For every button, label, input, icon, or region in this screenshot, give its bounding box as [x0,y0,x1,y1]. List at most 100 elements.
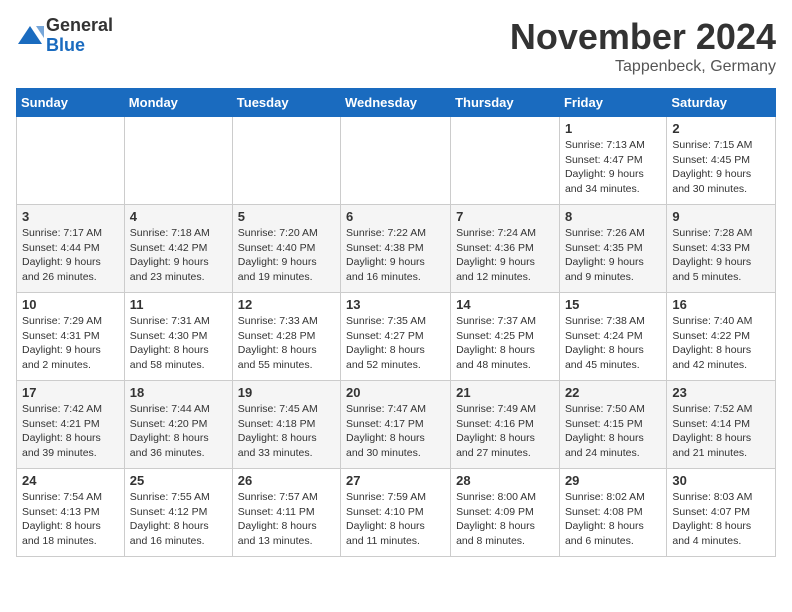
day-cell-3-3: 20 Sunrise: 7:47 AMSunset: 4:17 PMDayligh… [341,381,451,469]
week-row-5: 24 Sunrise: 7:54 AMSunset: 4:13 PMDayligh… [17,469,776,557]
month-title: November 2024 [510,16,776,58]
day-info: Sunrise: 7:44 AMSunset: 4:20 PMDaylight:… [130,402,227,461]
day-cell-1-3: 6 Sunrise: 7:22 AMSunset: 4:38 PMDaylight… [341,205,451,293]
weekday-saturday: Saturday [667,89,776,117]
day-cell-3-5: 22 Sunrise: 7:50 AMSunset: 4:15 PMDayligh… [559,381,666,469]
day-number: 23 [672,385,770,400]
day-info: Sunrise: 7:52 AMSunset: 4:14 PMDaylight:… [672,402,770,461]
day-info: Sunrise: 7:13 AMSunset: 4:47 PMDaylight:… [565,138,661,197]
day-info: Sunrise: 7:24 AMSunset: 4:36 PMDaylight:… [456,226,554,285]
logo: General Blue [16,16,113,56]
weekday-wednesday: Wednesday [341,89,451,117]
day-cell-3-6: 23 Sunrise: 7:52 AMSunset: 4:14 PMDayligh… [667,381,776,469]
day-number: 20 [346,385,445,400]
day-cell-4-4: 28Sunrise: 8:00 AMSunset: 4:09 PMDayligh… [451,469,560,557]
logo-general-text: General [46,16,113,36]
day-info: Sunrise: 8:02 AMSunset: 4:08 PMDaylight:… [565,490,661,549]
day-cell-4-2: 26 Sunrise: 7:57 AMSunset: 4:11 PMDayligh… [232,469,340,557]
day-number: 6 [346,209,445,224]
day-info: Sunrise: 7:42 AMSunset: 4:21 PMDaylight:… [22,402,119,461]
day-info: Sunrise: 7:38 AMSunset: 4:24 PMDaylight:… [565,314,661,373]
weekday-sunday: Sunday [17,89,125,117]
day-cell-1-5: 8 Sunrise: 7:26 AMSunset: 4:35 PMDaylight… [559,205,666,293]
week-row-3: 10Sunrise: 7:29 AMSunset: 4:31 PMDayligh… [17,293,776,381]
day-number: 1 [565,121,661,136]
day-cell-2-0: 10Sunrise: 7:29 AMSunset: 4:31 PMDayligh… [17,293,125,381]
day-info: Sunrise: 7:37 AMSunset: 4:25 PMDaylight:… [456,314,554,373]
weekday-friday: Friday [559,89,666,117]
day-info: Sunrise: 7:35 AMSunset: 4:27 PMDaylight:… [346,314,445,373]
day-cell-2-5: 15 Sunrise: 7:38 AMSunset: 4:24 PMDayligh… [559,293,666,381]
day-info: Sunrise: 7:57 AMSunset: 4:11 PMDaylight:… [238,490,335,549]
day-number: 19 [238,385,335,400]
day-cell-3-0: 17 Sunrise: 7:42 AMSunset: 4:21 PMDayligh… [17,381,125,469]
day-number: 15 [565,297,661,312]
day-cell-0-1 [124,117,232,205]
day-info: Sunrise: 7:33 AMSunset: 4:28 PMDaylight:… [238,314,335,373]
day-number: 24 [22,473,119,488]
title-area: November 2024 Tappenbeck, Germany [510,16,776,76]
weekday-header-row: SundayMondayTuesdayWednesdayThursdayFrid… [17,89,776,117]
day-cell-4-6: 30 Sunrise: 8:03 AMSunset: 4:07 PMDayligh… [667,469,776,557]
day-info: Sunrise: 7:47 AMSunset: 4:17 PMDaylight:… [346,402,445,461]
day-number: 30 [672,473,770,488]
day-number: 9 [672,209,770,224]
calendar-table: SundayMondayTuesdayWednesdayThursdayFrid… [16,88,776,557]
day-cell-4-3: 27Sunrise: 7:59 AMSunset: 4:10 PMDayligh… [341,469,451,557]
day-info: Sunrise: 7:40 AMSunset: 4:22 PMDaylight:… [672,314,770,373]
day-cell-1-4: 7 Sunrise: 7:24 AMSunset: 4:36 PMDaylight… [451,205,560,293]
day-info: Sunrise: 7:55 AMSunset: 4:12 PMDaylight:… [130,490,227,549]
day-cell-2-2: 12 Sunrise: 7:33 AMSunset: 4:28 PMDayligh… [232,293,340,381]
day-number: 3 [22,209,119,224]
weekday-tuesday: Tuesday [232,89,340,117]
week-row-1: 1 Sunrise: 7:13 AMSunset: 4:47 PMDaylight… [17,117,776,205]
day-number: 7 [456,209,554,224]
week-row-4: 17 Sunrise: 7:42 AMSunset: 4:21 PMDayligh… [17,381,776,469]
day-info: Sunrise: 7:28 AMSunset: 4:33 PMDaylight:… [672,226,770,285]
day-info: Sunrise: 8:03 AMSunset: 4:07 PMDaylight:… [672,490,770,549]
day-cell-3-4: 21 Sunrise: 7:49 AMSunset: 4:16 PMDayligh… [451,381,560,469]
day-cell-0-4 [451,117,560,205]
day-number: 13 [346,297,445,312]
day-info: Sunrise: 7:59 AMSunset: 4:10 PMDaylight:… [346,490,445,549]
day-cell-4-5: 29 Sunrise: 8:02 AMSunset: 4:08 PMDayligh… [559,469,666,557]
day-info: Sunrise: 7:22 AMSunset: 4:38 PMDaylight:… [346,226,445,285]
day-cell-3-2: 19 Sunrise: 7:45 AMSunset: 4:18 PMDayligh… [232,381,340,469]
day-cell-0-3 [341,117,451,205]
day-number: 29 [565,473,661,488]
day-number: 12 [238,297,335,312]
day-info: Sunrise: 7:31 AMSunset: 4:30 PMDaylight:… [130,314,227,373]
day-number: 21 [456,385,554,400]
day-cell-0-6: 2Sunrise: 7:15 AMSunset: 4:45 PMDaylight… [667,117,776,205]
week-row-2: 3 Sunrise: 7:17 AMSunset: 4:44 PMDaylight… [17,205,776,293]
day-info: Sunrise: 7:54 AMSunset: 4:13 PMDaylight:… [22,490,119,549]
day-number: 11 [130,297,227,312]
day-info: Sunrise: 7:26 AMSunset: 4:35 PMDaylight:… [565,226,661,285]
day-cell-0-5: 1 Sunrise: 7:13 AMSunset: 4:47 PMDaylight… [559,117,666,205]
day-info: Sunrise: 7:17 AMSunset: 4:44 PMDaylight:… [22,226,119,285]
day-number: 22 [565,385,661,400]
day-number: 18 [130,385,227,400]
day-cell-3-1: 18 Sunrise: 7:44 AMSunset: 4:20 PMDayligh… [124,381,232,469]
day-cell-1-1: 4Sunrise: 7:18 AMSunset: 4:42 PMDaylight… [124,205,232,293]
day-number: 10 [22,297,119,312]
day-number: 8 [565,209,661,224]
day-number: 26 [238,473,335,488]
day-cell-4-1: 25Sunrise: 7:55 AMSunset: 4:12 PMDayligh… [124,469,232,557]
day-cell-2-6: 16Sunrise: 7:40 AMSunset: 4:22 PMDayligh… [667,293,776,381]
day-cell-0-2 [232,117,340,205]
day-number: 14 [456,297,554,312]
day-number: 4 [130,209,227,224]
day-info: Sunrise: 7:50 AMSunset: 4:15 PMDaylight:… [565,402,661,461]
weekday-monday: Monday [124,89,232,117]
day-info: Sunrise: 7:45 AMSunset: 4:18 PMDaylight:… [238,402,335,461]
day-info: Sunrise: 7:49 AMSunset: 4:16 PMDaylight:… [456,402,554,461]
day-cell-1-0: 3 Sunrise: 7:17 AMSunset: 4:44 PMDaylight… [17,205,125,293]
day-number: 17 [22,385,119,400]
day-number: 28 [456,473,554,488]
weekday-thursday: Thursday [451,89,560,117]
day-cell-2-1: 11 Sunrise: 7:31 AMSunset: 4:30 PMDayligh… [124,293,232,381]
page-header: General Blue November 2024 Tappenbeck, G… [16,16,776,76]
logo-blue-text: Blue [46,36,113,56]
day-cell-1-2: 5Sunrise: 7:20 AMSunset: 4:40 PMDaylight… [232,205,340,293]
